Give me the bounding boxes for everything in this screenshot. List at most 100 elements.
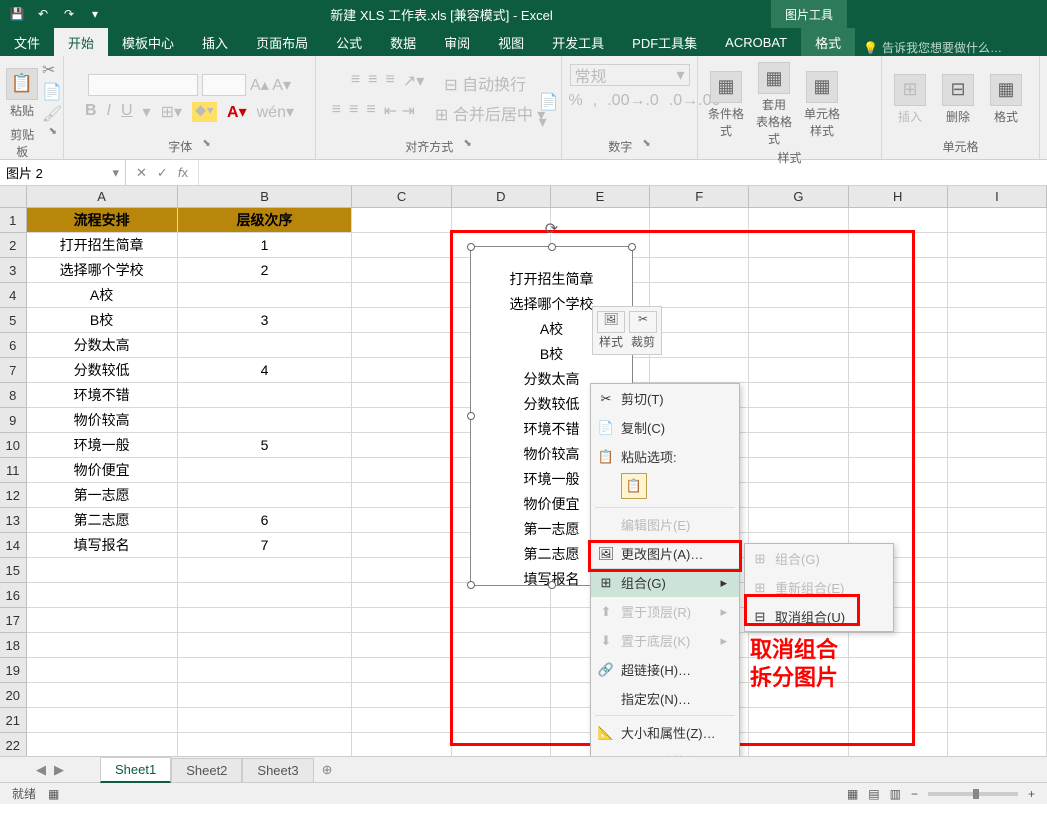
cell[interactable] [352,408,451,433]
row-header[interactable]: 9 [0,408,27,433]
tab-acrobat[interactable]: ACROBAT [711,28,801,56]
cell[interactable] [849,633,948,658]
cell[interactable] [352,683,451,708]
cell[interactable] [650,333,749,358]
cell[interactable]: 2 [178,258,353,283]
align-launcher[interactable]: ⬊ [463,138,471,155]
ctx-hyperlink[interactable]: 🔗超链接(H)… [591,655,739,684]
cell[interactable] [849,383,948,408]
cell[interactable] [849,333,948,358]
cell[interactable] [849,308,948,333]
cell[interactable] [27,708,178,733]
cell[interactable] [749,258,848,283]
row-header[interactable]: 8 [0,383,27,408]
column-header[interactable]: D [452,186,551,207]
cell[interactable] [178,283,353,308]
cell[interactable] [948,333,1047,358]
cell[interactable]: A校 [27,283,178,308]
formula-input[interactable] [199,160,1047,185]
cell[interactable] [948,383,1047,408]
tab-insert[interactable]: 插入 [188,28,242,56]
cell[interactable] [749,483,848,508]
tab-review[interactable]: 审阅 [430,28,484,56]
cell[interactable] [749,308,848,333]
cell[interactable] [948,358,1047,383]
tab-formulas[interactable]: 公式 [322,28,376,56]
cell[interactable]: 分数较低 [27,358,178,383]
cell[interactable]: B校 [27,308,178,333]
cell[interactable] [352,483,451,508]
cell[interactable] [452,633,551,658]
row-header[interactable]: 20 [0,683,27,708]
column-header[interactable]: F [650,186,749,207]
cell[interactable] [352,733,451,756]
cell[interactable] [352,583,451,608]
row-header[interactable]: 18 [0,633,27,658]
cell[interactable]: 层级次序 [178,208,353,233]
row-header[interactable]: 22 [0,733,27,756]
fmt-painter-icon[interactable]: 🖌 [42,104,62,124]
cell[interactable] [948,308,1047,333]
cell[interactable]: 环境不错 [27,383,178,408]
column-header[interactable]: H [849,186,948,207]
paste-button[interactable]: 📋 粘贴 [6,66,38,119]
cell[interactable] [452,208,551,233]
cell[interactable] [948,483,1047,508]
cell[interactable] [452,683,551,708]
cell[interactable] [849,433,948,458]
resize-handle[interactable] [467,243,475,251]
row-header[interactable]: 15 [0,558,27,583]
resize-handle[interactable] [628,243,636,251]
row-header[interactable]: 2 [0,233,27,258]
font-launcher[interactable]: ⬊ [202,138,210,155]
cell[interactable] [948,458,1047,483]
cell[interactable] [948,708,1047,733]
sheet-tab-1[interactable]: Sheet1 [100,757,171,783]
cell[interactable]: 1 [178,233,353,258]
cell[interactable] [749,333,848,358]
cell[interactable] [948,508,1047,533]
cell[interactable] [352,433,451,458]
row-header[interactable]: 17 [0,608,27,633]
clipboard-launcher[interactable]: ⬊ [49,126,57,160]
cell[interactable] [352,458,451,483]
cell[interactable]: 7 [178,533,353,558]
row-header[interactable]: 5 [0,308,27,333]
cell[interactable]: 分数太高 [27,333,178,358]
ctx-copy[interactable]: 📄复制(C) [591,413,739,442]
cell[interactable] [749,508,848,533]
ctx-group[interactable]: ⊞组合(G)▸ [591,568,739,597]
cell[interactable] [352,558,451,583]
column-header[interactable]: B [178,186,353,207]
cell[interactable] [178,483,353,508]
row-header[interactable]: 1 [0,208,27,233]
cell[interactable]: 第二志愿 [27,508,178,533]
zoom-in-button[interactable]: + [1028,787,1035,801]
cell[interactable] [948,683,1047,708]
ctx-change-picture[interactable]: 🖼更改图片(A)… [591,539,739,568]
cell[interactable] [948,633,1047,658]
tab-file[interactable]: 文件 [0,28,54,56]
ctx-size-properties[interactable]: 📐大小和属性(Z)… [591,718,739,747]
cell[interactable] [849,683,948,708]
cell[interactable] [352,283,451,308]
row-header[interactable]: 11 [0,458,27,483]
cell[interactable] [352,633,451,658]
cell[interactable] [551,208,650,233]
cell[interactable] [849,733,948,756]
format-icon[interactable]: ▦ [990,74,1022,106]
cell[interactable] [749,458,848,483]
cell[interactable]: 填写报名 [27,533,178,558]
cell[interactable] [849,208,948,233]
cell[interactable] [27,633,178,658]
cell[interactable]: 5 [178,433,353,458]
sheet-tab-3[interactable]: Sheet3 [242,758,313,782]
cell[interactable] [849,483,948,508]
select-all[interactable] [0,186,27,207]
cell[interactable] [27,583,178,608]
cell[interactable] [352,508,451,533]
tab-format[interactable]: 格式 [801,28,855,56]
cell[interactable] [452,708,551,733]
cell[interactable] [849,233,948,258]
cell[interactable]: 环境一般 [27,433,178,458]
